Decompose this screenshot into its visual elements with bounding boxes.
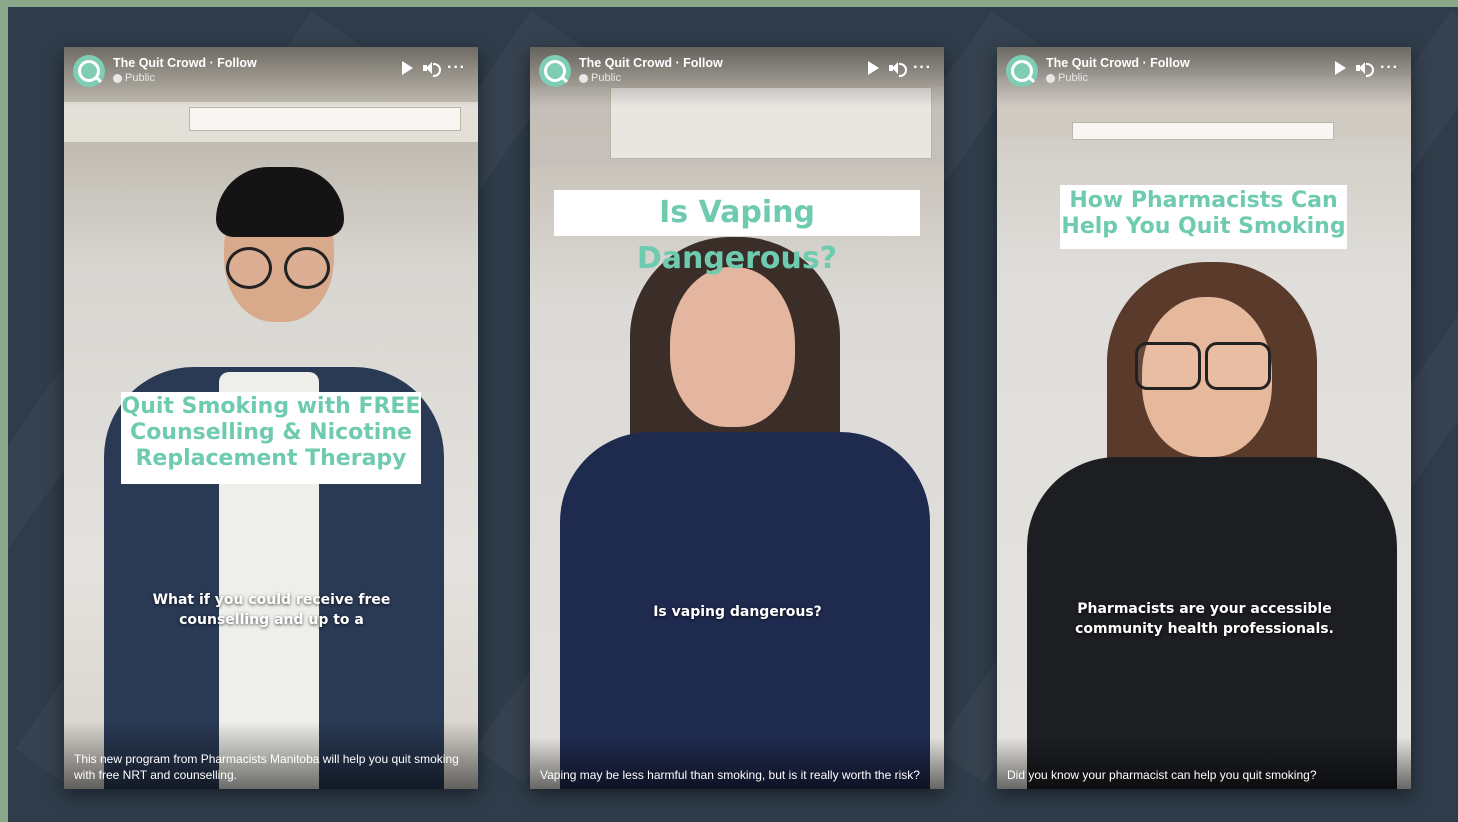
privacy-label: Public	[579, 72, 621, 84]
privacy-label: Public	[1046, 72, 1088, 84]
volume-icon[interactable]	[889, 61, 908, 77]
video-post-1[interactable]: The Quit Crowd · Follow Public ··· Quit …	[64, 47, 478, 789]
post-header: The Quit Crowd · Follow Public ···	[530, 47, 944, 107]
video-title-overlay: How Pharmacists Can Help You Quit Smokin…	[1060, 185, 1347, 249]
quit-crowd-logo-icon	[1011, 60, 1033, 82]
quit-crowd-logo-icon	[544, 60, 566, 82]
quit-crowd-logo-icon	[78, 60, 100, 82]
page-avatar[interactable]	[539, 55, 571, 87]
video-title-overlay: Quit Smoking with FREE Counselling & Nic…	[121, 392, 421, 484]
video-caption: Is vaping dangerous?	[653, 604, 822, 620]
presenter-image	[540, 232, 940, 789]
globe-icon	[113, 73, 122, 83]
privacy-text: Public	[591, 72, 621, 84]
post-header: The Quit Crowd · Follow Public ···	[997, 47, 1411, 107]
video-post-2[interactable]: The Quit Crowd · Follow Public ··· Is Va…	[530, 47, 944, 789]
play-icon[interactable]	[1335, 61, 1347, 75]
video-caption: What if you could receive free counselli…	[152, 592, 391, 628]
video-post-3[interactable]: The Quit Crowd · Follow Public ··· How P…	[997, 47, 1411, 789]
post-description: This new program from Pharmacists Manito…	[64, 721, 478, 789]
globe-icon	[579, 73, 588, 83]
globe-icon	[1046, 73, 1055, 83]
more-options-icon[interactable]: ···	[447, 60, 466, 76]
video-title-overlay: Is Vaping Dangerous?	[554, 190, 920, 276]
more-options-icon[interactable]: ···	[913, 60, 932, 76]
more-options-icon[interactable]: ···	[1380, 60, 1399, 76]
volume-icon[interactable]	[423, 61, 442, 77]
post-description: Vaping may be less harmful than smoking,…	[530, 737, 944, 789]
presenter-image	[1007, 257, 1407, 789]
privacy-text: Public	[1058, 72, 1088, 84]
page-name-follow[interactable]: The Quit Crowd · Follow	[579, 56, 723, 70]
privacy-label: Public	[113, 72, 155, 84]
post-header: The Quit Crowd · Follow Public ···	[64, 47, 478, 107]
volume-icon[interactable]	[1356, 61, 1375, 77]
page-avatar[interactable]	[73, 55, 105, 87]
post-description: Did you know your pharmacist can help yo…	[997, 737, 1411, 789]
video-caption: Pharmacists are your accessible communit…	[1075, 601, 1334, 637]
video-gallery: The Quit Crowd · Follow Public ··· Quit …	[8, 7, 1458, 822]
play-icon[interactable]	[402, 61, 414, 75]
page-name-follow[interactable]: The Quit Crowd · Follow	[1046, 56, 1190, 70]
privacy-text: Public	[125, 72, 155, 84]
play-icon[interactable]	[868, 61, 880, 75]
page-avatar[interactable]	[1006, 55, 1038, 87]
page-name-follow[interactable]: The Quit Crowd · Follow	[113, 56, 257, 70]
